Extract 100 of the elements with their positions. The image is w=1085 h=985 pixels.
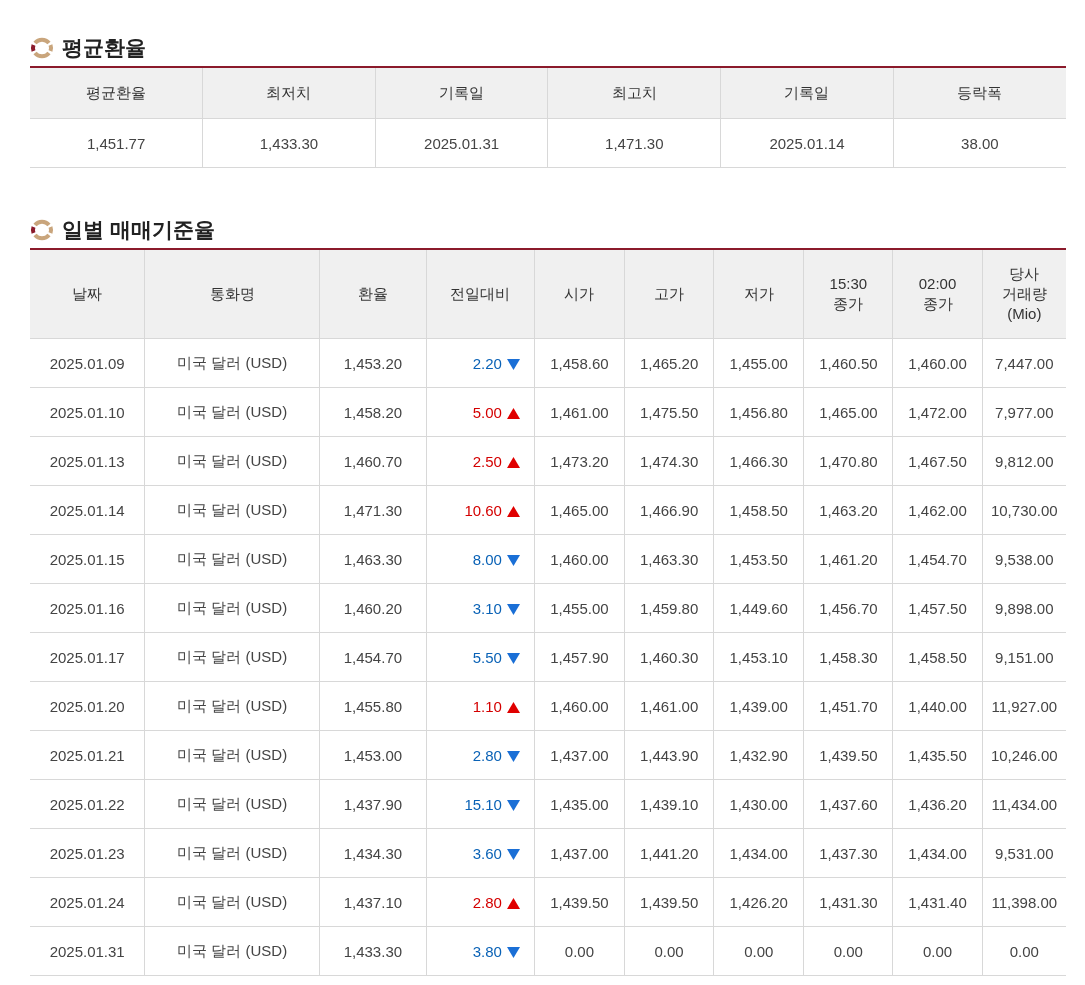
change-value: 2.20 bbox=[472, 354, 502, 372]
table-cell: 미국 달러 (USD) bbox=[144, 926, 320, 976]
table-cell: 0.00 bbox=[892, 926, 983, 976]
table-cell: 1,431.40 bbox=[892, 877, 983, 927]
table-cell: 1,456.70 bbox=[803, 583, 893, 633]
table-cell: 미국 달러 (USD) bbox=[144, 730, 320, 780]
table-cell: 1,451.70 bbox=[803, 681, 893, 731]
table-cell: 2025.01.31 bbox=[30, 926, 145, 976]
table-cell: 1,472.00 bbox=[892, 387, 983, 437]
table-cell: 1,457.90 bbox=[534, 632, 625, 682]
change-value: 15.10 bbox=[464, 795, 502, 813]
ring-icon bbox=[30, 36, 54, 60]
table-cell: 1,460.30 bbox=[624, 632, 714, 682]
table-cell: 1,462.00 bbox=[892, 485, 983, 535]
table-cell: 미국 달러 (USD) bbox=[144, 681, 320, 731]
table-cell: 1,433.30 bbox=[319, 926, 427, 976]
table-cell: 2025.01.21 bbox=[30, 730, 145, 780]
table-cell: 1,435.00 bbox=[534, 779, 625, 829]
table-cell: 1,453.10 bbox=[713, 632, 804, 682]
table-cell: 1,437.10 bbox=[319, 877, 427, 927]
table-cell: 1,463.20 bbox=[803, 485, 893, 535]
table-cell: 1,458.20 bbox=[319, 387, 427, 437]
change-value: 10.60 bbox=[464, 501, 502, 519]
table-cell: 1,463.30 bbox=[319, 534, 427, 584]
table-cell: 2025.01.24 bbox=[30, 877, 145, 927]
change-value: 2.50 bbox=[472, 452, 502, 470]
table-cell: 1,454.70 bbox=[319, 632, 427, 682]
table-cell: 1,458.50 bbox=[713, 485, 804, 535]
table-cell: 1,453.50 bbox=[713, 534, 804, 584]
table-cell: 1,449.60 bbox=[713, 583, 804, 633]
table-cell: 1,457.50 bbox=[892, 583, 983, 633]
table-cell: 1,439.50 bbox=[624, 877, 714, 927]
table-cell: 1,439.10 bbox=[624, 779, 714, 829]
table-cell: 1,460.70 bbox=[319, 436, 427, 486]
table-cell: 미국 달러 (USD) bbox=[144, 485, 320, 535]
ring-icon bbox=[30, 218, 54, 242]
section-title: 일별 매매기준율 bbox=[62, 217, 215, 243]
table-cell: 1,443.90 bbox=[624, 730, 714, 780]
column-header: 저가 bbox=[713, 249, 804, 339]
table-cell: 1,461.00 bbox=[624, 681, 714, 731]
column-header: 시가 bbox=[534, 249, 625, 339]
table-cell: 1,434.00 bbox=[892, 828, 983, 878]
column-header: 환율 bbox=[319, 249, 427, 339]
change-value: 3.10 bbox=[472, 599, 502, 617]
table-cell: 1,473.20 bbox=[534, 436, 625, 486]
table-cell: 1,434.30 bbox=[319, 828, 427, 878]
table-cell: 2025.01.15 bbox=[30, 534, 145, 584]
table-cell: 1,463.30 bbox=[624, 534, 714, 584]
column-header: 당사 거래량 (Mio) bbox=[982, 249, 1066, 339]
table-cell: 1,451.77 bbox=[30, 118, 203, 168]
table-cell: 2025.01.22 bbox=[30, 779, 145, 829]
table-cell: 1,466.90 bbox=[624, 485, 714, 535]
column-header: 평균환율 bbox=[30, 67, 203, 119]
table-cell: 0.00 bbox=[803, 926, 893, 976]
table-cell: 1,459.80 bbox=[624, 583, 714, 633]
table-cell: 1,465.00 bbox=[803, 387, 893, 437]
section-title: 평균환율 bbox=[62, 35, 146, 61]
column-header: 기록일 bbox=[375, 67, 548, 119]
table-cell: 미국 달러 (USD) bbox=[144, 583, 320, 633]
table-cell: 1,433.30 bbox=[202, 118, 376, 168]
table-cell: 1,439.00 bbox=[713, 681, 804, 731]
table-cell: 미국 달러 (USD) bbox=[144, 877, 320, 927]
table-cell: 1,437.00 bbox=[534, 828, 625, 878]
table-cell: 1,435.50 bbox=[892, 730, 983, 780]
table-cell: 2025.01.14 bbox=[720, 118, 894, 168]
table-cell: 1,455.00 bbox=[713, 338, 804, 388]
table-cell: 미국 달러 (USD) bbox=[144, 387, 320, 437]
table-cell: 0.00 bbox=[534, 926, 625, 976]
table-cell: 1,460.00 bbox=[892, 338, 983, 388]
table-cell: 1,437.60 bbox=[803, 779, 893, 829]
column-header: 전일대비 bbox=[426, 249, 535, 339]
table-cell: 1,432.90 bbox=[713, 730, 804, 780]
table-cell: 2025.01.20 bbox=[30, 681, 145, 731]
change-value: 5.50 bbox=[472, 648, 502, 666]
table-cell: 1,455.00 bbox=[534, 583, 625, 633]
table-cell: 1,439.50 bbox=[803, 730, 893, 780]
table-cell: 미국 달러 (USD) bbox=[144, 828, 320, 878]
table-cell: 1,456.80 bbox=[713, 387, 804, 437]
table-cell: 2025.01.23 bbox=[30, 828, 145, 878]
column-header: 날짜 bbox=[30, 249, 145, 339]
change-value: 8.00 bbox=[472, 550, 502, 568]
table-cell: 1,465.00 bbox=[534, 485, 625, 535]
change-value: 2.80 bbox=[472, 893, 502, 911]
column-header: 최고치 bbox=[547, 67, 721, 119]
table-cell: 2025.01.31 bbox=[375, 118, 548, 168]
table-cell: 1,470.80 bbox=[803, 436, 893, 486]
table-cell: 0.00 bbox=[624, 926, 714, 976]
change-value: 5.00 bbox=[472, 403, 502, 421]
table-cell: 미국 달러 (USD) bbox=[144, 338, 320, 388]
table-cell: 1,460.00 bbox=[534, 681, 625, 731]
column-header: 통화명 bbox=[144, 249, 320, 339]
table-cell: 1,437.30 bbox=[803, 828, 893, 878]
table-cell: 1,460.20 bbox=[319, 583, 427, 633]
table-cell: 1,453.20 bbox=[319, 338, 427, 388]
table-cell: 1,460.00 bbox=[534, 534, 625, 584]
table-cell: 미국 달러 (USD) bbox=[144, 632, 320, 682]
table-cell: 1,440.00 bbox=[892, 681, 983, 731]
table-cell: 2025.01.09 bbox=[30, 338, 145, 388]
column-header: 02:00 종가 bbox=[892, 249, 983, 339]
table-cell: 미국 달러 (USD) bbox=[144, 779, 320, 829]
